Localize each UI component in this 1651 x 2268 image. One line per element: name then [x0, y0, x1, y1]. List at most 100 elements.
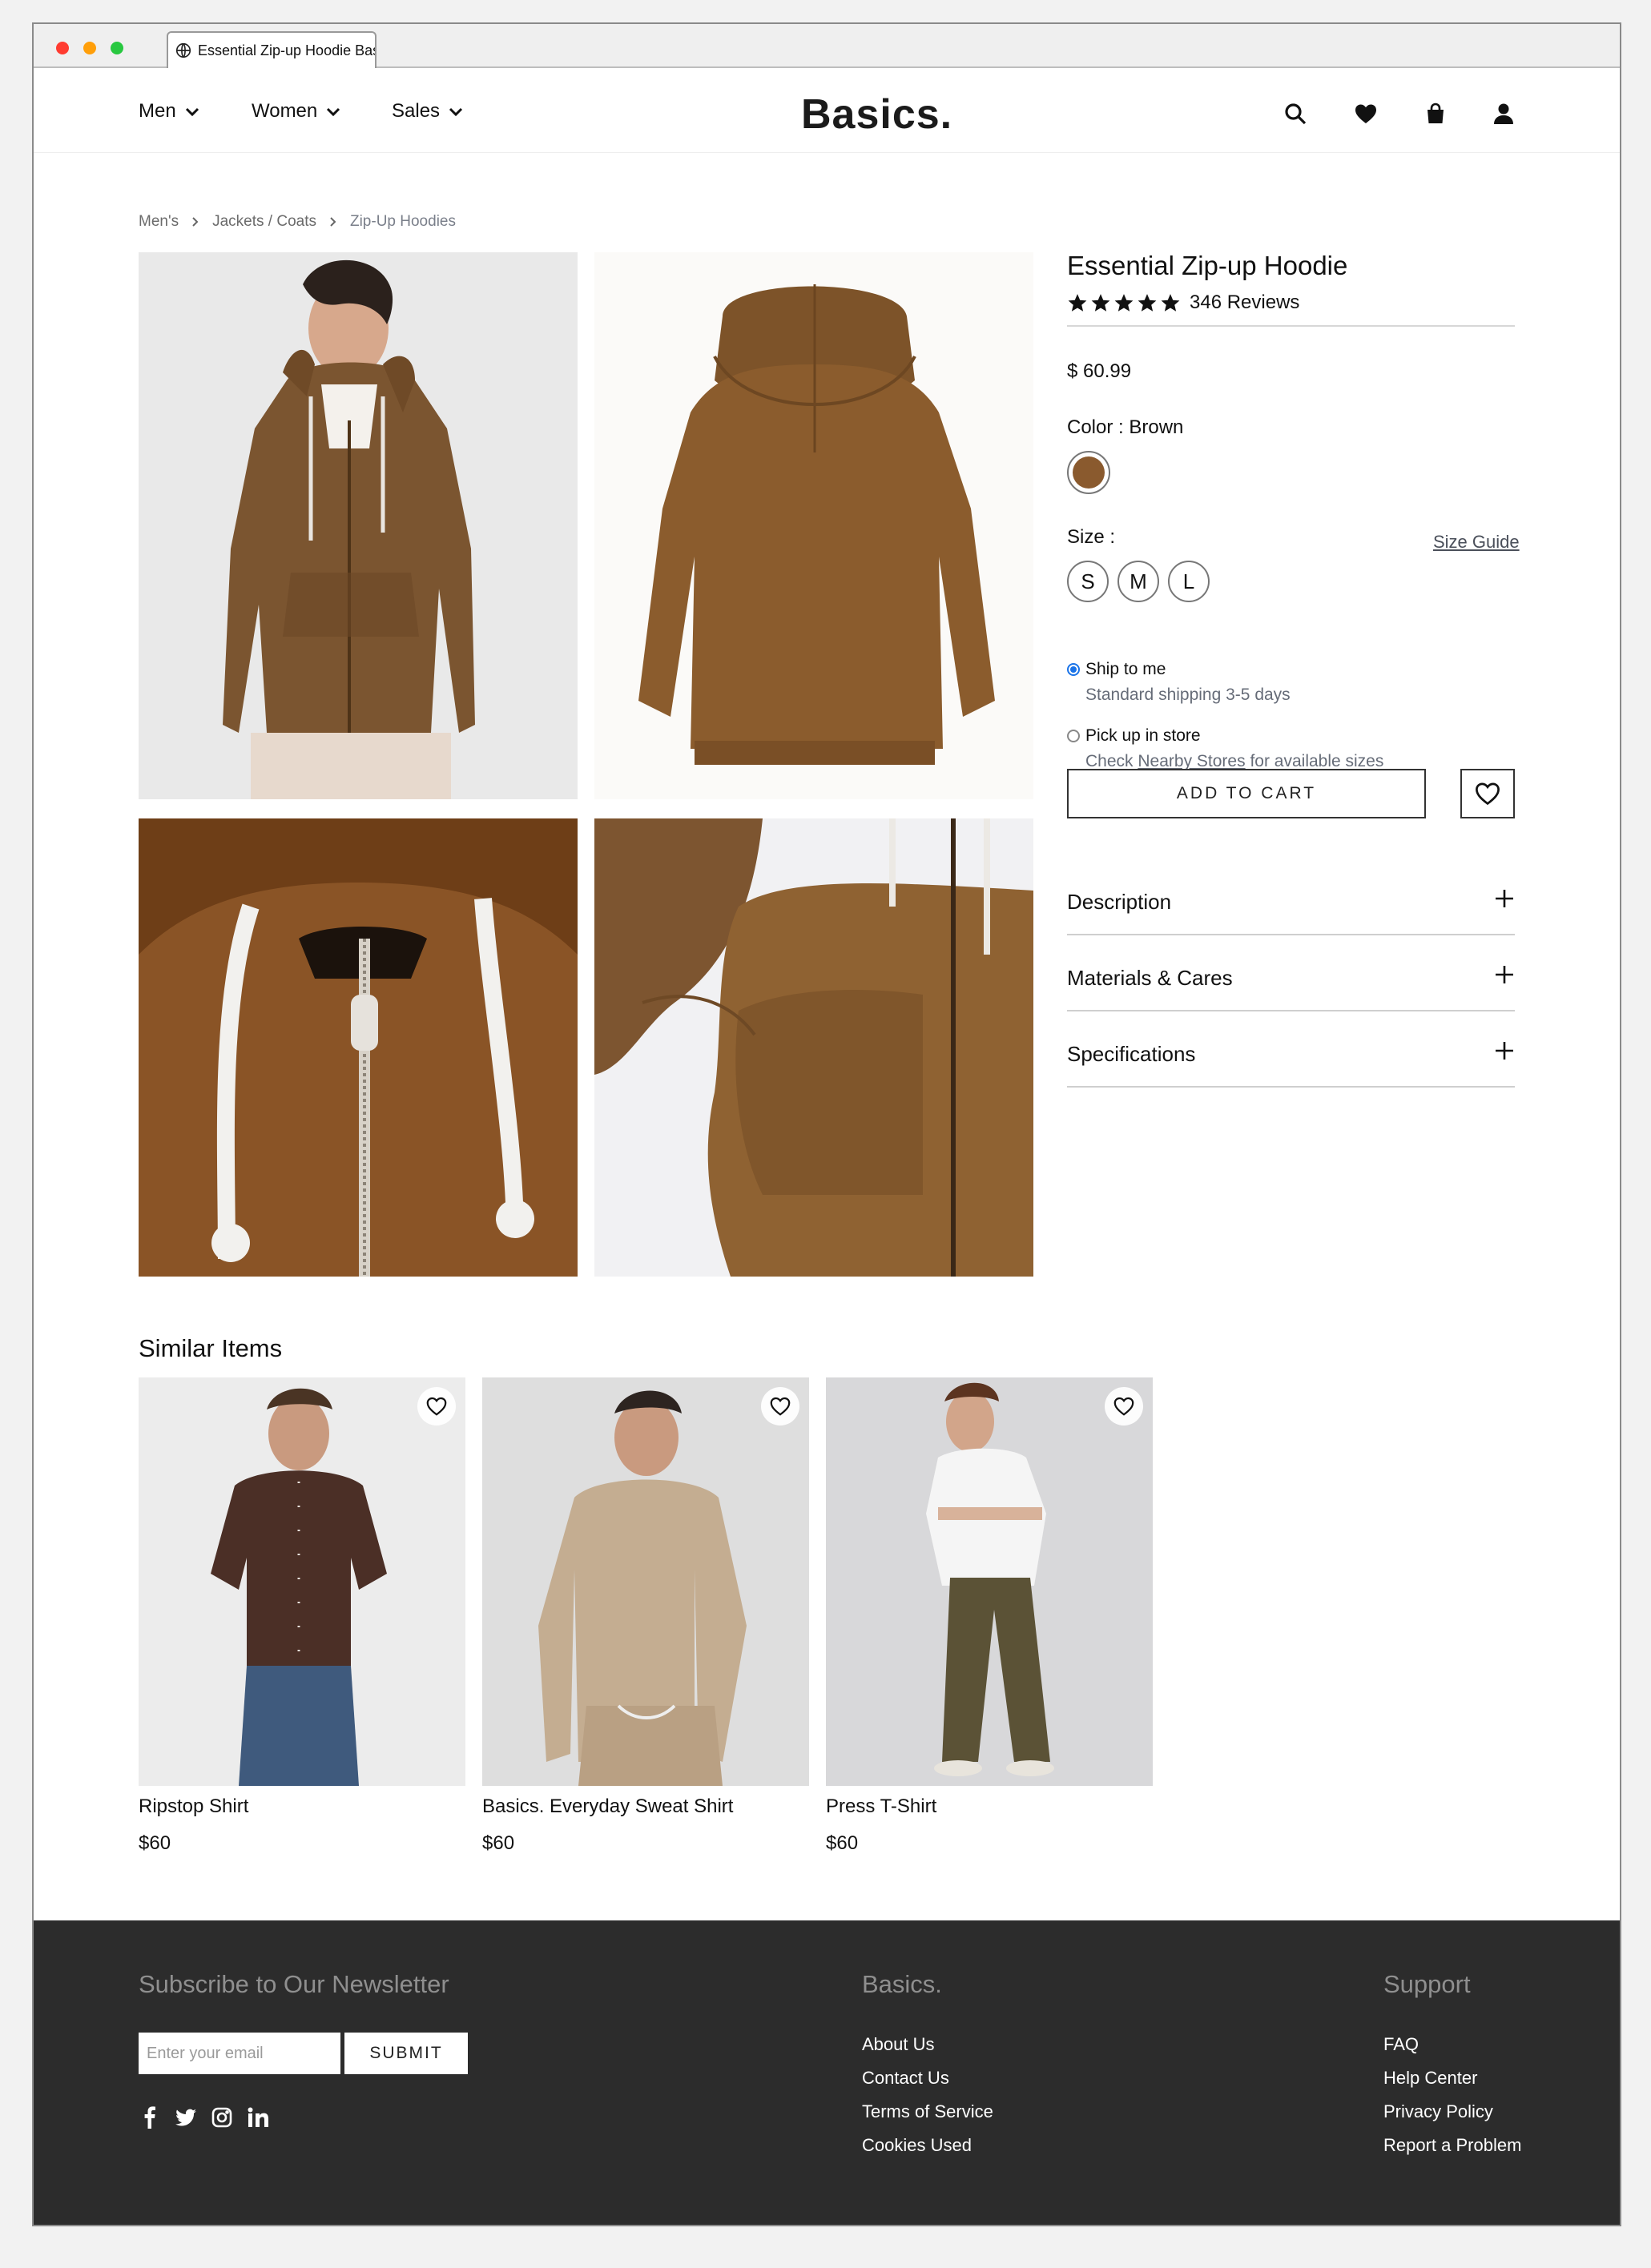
browser-tab[interactable]: Essential Zip-up Hoodie Bas [167, 31, 377, 68]
ship-to-me-option[interactable]: Ship to me [1067, 660, 1166, 679]
newsletter-submit-button[interactable]: SUBMIT [344, 2033, 468, 2074]
similar-item-price: $60 [826, 1832, 859, 1854]
accordion-materials-label: Materials & Cares [1067, 966, 1233, 990]
similar-item-card[interactable]: Basics. Everyday Sweat Shirt $60 [482, 1377, 809, 1855]
browser-window: Essential Zip-up Hoodie Bas Men Women Sa… [32, 22, 1621, 2226]
chevron-down-icon [185, 107, 199, 117]
footer-link-faq[interactable]: FAQ [1383, 2034, 1419, 2055]
pickup-radio[interactable] [1067, 730, 1080, 742]
maximize-window-button[interactable] [111, 42, 123, 54]
similar-item-name[interactable]: Basics. Everyday Sweat Shirt [482, 1796, 809, 1818]
nav-sales-label: Sales [392, 100, 441, 122]
size-option-s[interactable]: S [1067, 561, 1109, 602]
ship-to-me-label: Ship to me [1085, 660, 1166, 678]
similar-item-price: $60 [139, 1832, 171, 1854]
twitter-icon[interactable] [175, 2106, 197, 2129]
size-option-m[interactable]: M [1117, 561, 1159, 602]
chevron-right-icon [192, 217, 199, 227]
breadcrumb-mens[interactable]: Men's [139, 213, 179, 231]
favorite-button[interactable] [761, 1387, 799, 1426]
footer-brand-title: Basics. [862, 1970, 942, 1998]
footer-link-terms[interactable]: Terms of Service [862, 2101, 993, 2122]
similar-item-card[interactable]: Ripstop Shirt $60 [139, 1377, 465, 1855]
color-swatch-fill [1073, 456, 1105, 489]
similar-item-image[interactable] [482, 1377, 809, 1786]
similar-item-name[interactable]: Ripstop Shirt [139, 1796, 465, 1818]
breadcrumb-current: Zip-Up Hoodies [349, 213, 456, 230]
footer-link-report[interactable]: Report a Problem [1383, 2135, 1521, 2156]
footer-link-cookies[interactable]: Cookies Used [862, 2135, 972, 2156]
breadcrumb-jackets[interactable]: Jackets / Coats [212, 213, 316, 231]
product-rating[interactable]: 346 Reviews [1067, 292, 1299, 314]
nav-sales[interactable]: Sales [392, 70, 464, 153]
similar-item-price: $60 [482, 1832, 515, 1854]
site-header: Men Women Sales Basics. [34, 70, 1620, 153]
footer-link-help-center[interactable]: Help Center [1383, 2068, 1477, 2089]
accordion-description-label: Description [1067, 890, 1172, 914]
heart-outline-icon [770, 1397, 791, 1416]
breadcrumb: Men's Jackets / Coats Zip-Up Hoodies [139, 213, 456, 231]
newsletter-email-input[interactable] [139, 2033, 340, 2074]
heart-outline-icon [1476, 782, 1500, 806]
product-image-back[interactable] [594, 252, 1033, 799]
similar-item-image[interactable] [139, 1377, 465, 1786]
size-guide-link[interactable]: Size Guide [1433, 532, 1520, 553]
nearby-stores-link[interactable]: Nearby Stores [1138, 752, 1245, 770]
footer-support-title: Support [1383, 1970, 1471, 1998]
user-icon[interactable] [1492, 102, 1516, 126]
size-label: Size : [1067, 526, 1116, 548]
similar-item-card[interactable]: Press T-Shirt $60 [826, 1377, 1153, 1855]
similar-item-name[interactable]: Press T-Shirt [826, 1796, 1153, 1818]
footer-link-contact[interactable]: Contact Us [862, 2068, 949, 2089]
pickup-label: Pick up in store [1085, 726, 1201, 745]
pickup-sub-after: for available sizes [1250, 752, 1384, 770]
facebook-icon[interactable] [139, 2106, 161, 2129]
site-logo[interactable]: Basics. [801, 90, 952, 139]
newsletter-title: Subscribe to Our Newsletter [139, 1970, 449, 1998]
similar-item-image[interactable] [826, 1377, 1153, 1786]
pickup-option[interactable]: Pick up in store [1067, 726, 1201, 746]
accordion-materials[interactable]: Materials & Cares [1067, 935, 1515, 1011]
favorite-button[interactable] [1105, 1387, 1143, 1426]
color-swatch-brown[interactable] [1067, 451, 1110, 494]
bag-icon[interactable] [1423, 102, 1448, 126]
minimize-window-button[interactable] [83, 42, 96, 54]
add-to-wishlist-button[interactable] [1460, 769, 1515, 818]
size-option-l[interactable]: L [1168, 561, 1210, 602]
product-image-zipper-detail[interactable] [139, 818, 578, 1277]
footer-link-privacy[interactable]: Privacy Policy [1383, 2101, 1493, 2122]
color-label: Color : Brown [1067, 416, 1184, 438]
site-footer: Subscribe to Our Newsletter SUBMIT Basic… [34, 1920, 1620, 2225]
plus-icon [1496, 1042, 1513, 1060]
similar-items-title: Similar Items [139, 1334, 283, 1362]
chevron-down-icon [327, 107, 340, 117]
product-image-front[interactable] [139, 252, 578, 799]
instagram-icon[interactable] [211, 2106, 233, 2129]
search-icon[interactable] [1283, 102, 1307, 126]
favorite-button[interactable] [417, 1387, 456, 1426]
globe-icon [175, 42, 191, 58]
nav-men[interactable]: Men [139, 70, 200, 153]
star-icon [1161, 294, 1180, 312]
linkedin-icon[interactable] [247, 2106, 269, 2129]
ship-to-me-radio[interactable] [1067, 663, 1080, 676]
add-to-cart-button[interactable]: ADD TO CART [1067, 769, 1426, 818]
product-image-pocket-detail[interactable] [594, 818, 1033, 1277]
chevron-right-icon [330, 217, 336, 227]
close-window-button[interactable] [56, 42, 69, 54]
nav-men-label: Men [139, 100, 176, 122]
accordion-description[interactable]: Description [1067, 859, 1515, 935]
nav-women[interactable]: Women [252, 70, 341, 153]
nav-women-label: Women [252, 100, 318, 122]
footer-link-about[interactable]: About Us [862, 2034, 935, 2055]
reviews-count[interactable]: 346 Reviews [1190, 292, 1299, 314]
star-icon [1091, 294, 1110, 312]
ship-to-me-subtext: Standard shipping 3-5 days [1085, 686, 1291, 704]
pickup-sub-before: Check [1085, 752, 1134, 770]
plus-icon [1496, 966, 1513, 983]
heart-icon[interactable] [1354, 102, 1378, 126]
star-icon [1114, 294, 1134, 312]
browser-tab-title: Essential Zip-up Hoodie Bas [198, 42, 377, 58]
browser-titlebar: Essential Zip-up Hoodie Bas [34, 24, 1620, 68]
accordion-specifications[interactable]: Specifications [1067, 1011, 1515, 1088]
